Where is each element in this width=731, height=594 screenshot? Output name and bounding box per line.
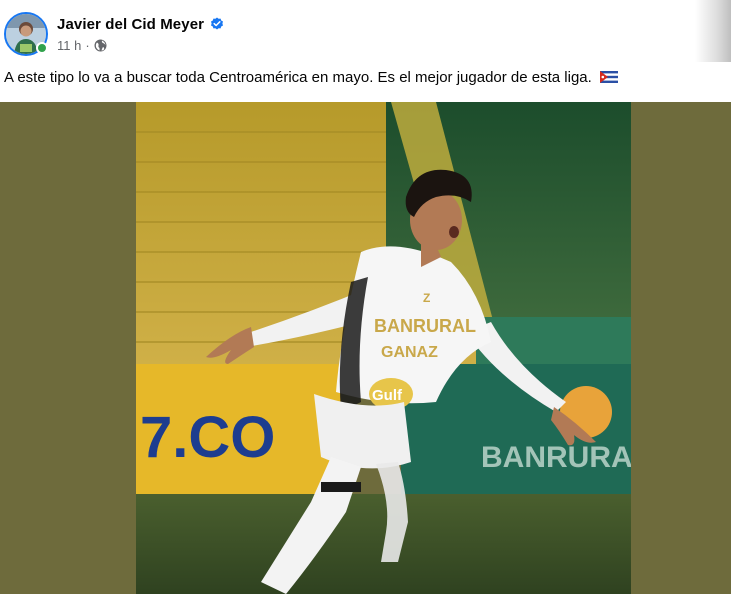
jersey-sponsor-2: GANAZ xyxy=(381,344,438,361)
billboard-left-text: 7.CO xyxy=(140,405,275,470)
jersey-sponsor-3: Gulf xyxy=(372,387,403,404)
author-avatar-link[interactable] xyxy=(4,12,48,56)
window-edge-shadow xyxy=(695,0,731,62)
meta-separator: · xyxy=(85,38,90,53)
post-text: A este tipo lo va a buscar toda Centroam… xyxy=(4,68,724,88)
jersey-brand-mark: Z xyxy=(423,291,430,305)
post-text-content: A este tipo lo va a buscar toda Centroam… xyxy=(4,69,592,86)
post-photo[interactable]: 7.CO BANRURAL BANRURAL GANAZ Gulf Z xyxy=(136,102,631,594)
billboard-right-text: BANRURAL xyxy=(481,441,631,474)
verified-badge-icon xyxy=(210,17,224,31)
post-timestamp[interactable]: 11 h xyxy=(57,38,81,53)
jersey-sponsor-1: BANRURAL xyxy=(374,316,476,336)
author-line: Javier del Cid Meyer xyxy=(57,14,224,34)
post-media[interactable]: 7.CO BANRURAL BANRURAL GANAZ Gulf Z xyxy=(0,102,731,594)
flag-cuba-icon xyxy=(600,69,618,83)
post-header: Javier del Cid Meyer 11 h · xyxy=(0,0,731,62)
post-meta: 11 h · xyxy=(57,38,107,53)
globe-icon[interactable] xyxy=(94,39,107,52)
online-status-dot xyxy=(36,42,48,54)
author-name[interactable]: Javier del Cid Meyer xyxy=(57,16,204,33)
